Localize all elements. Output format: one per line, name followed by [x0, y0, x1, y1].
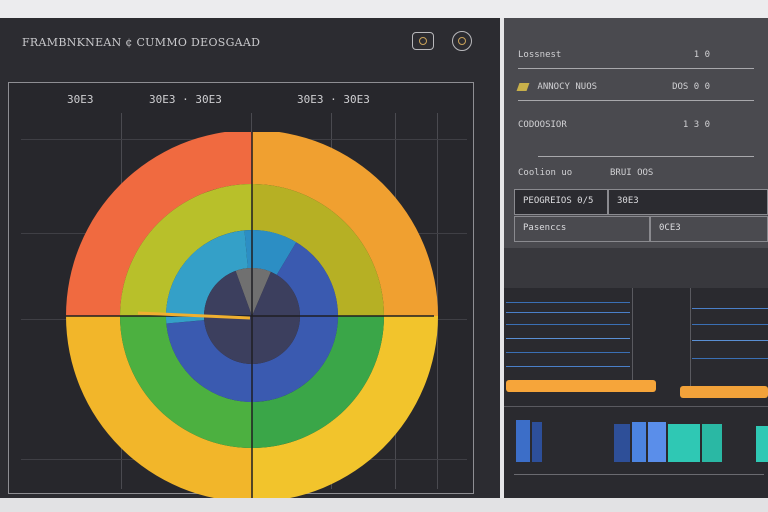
- chart-label: 30E3: [67, 93, 94, 106]
- dashboard-header: FRAMBNKNEAN ¢ CUMMO DEOSGAAD: [0, 18, 500, 68]
- bar: [516, 420, 530, 462]
- stats-panel: Lossnest 1 0 ANNOCY NUOS DOS 0 0 CODOOSI…: [504, 18, 768, 248]
- camera-button[interactable]: [412, 32, 434, 50]
- line-series: [692, 358, 768, 359]
- divider: [518, 100, 754, 101]
- table-header: BRUI OOS: [610, 168, 654, 178]
- grid-line: [690, 288, 691, 388]
- camera-icon: [419, 37, 427, 45]
- bar: [632, 422, 646, 462]
- line-series: [506, 338, 630, 339]
- flag-icon: [516, 82, 530, 91]
- line-series: [506, 366, 630, 367]
- bar: [668, 424, 700, 462]
- line-series: [692, 340, 768, 341]
- chart-label: 30E3 · 30E3: [297, 93, 370, 106]
- bottom-strip: [0, 498, 768, 512]
- stat-row: ANNOCY NUOS DOS 0 0: [516, 82, 758, 92]
- stat-value: DOS 0 0: [672, 82, 710, 92]
- bar: [532, 422, 542, 462]
- settings-icon: [458, 37, 466, 45]
- stat-value: 1 3 0: [682, 120, 710, 130]
- chart-label: 30E3 · 30E3: [149, 93, 222, 106]
- table-cell[interactable]: 0CE3: [650, 216, 768, 242]
- bar: [648, 422, 666, 462]
- progress-bar: [680, 386, 768, 398]
- table-cell[interactable]: PEOGREIOS 0/5: [514, 189, 608, 215]
- grid-line: [632, 288, 633, 388]
- stat-value: 1 0: [693, 50, 710, 60]
- mini-charts: [504, 288, 768, 498]
- table-cell[interactable]: 30E3: [608, 189, 768, 215]
- line-series: [506, 324, 630, 325]
- divider: [504, 406, 768, 407]
- table-cell[interactable]: Pasenccs: [514, 216, 650, 242]
- donut-chart: [66, 132, 438, 512]
- dashboard-main-panel: FRAMBNKNEAN ¢ CUMMO DEOSGAAD 30E3 30E3 ·…: [0, 18, 500, 512]
- stat-label: ANNOCY NUOS: [537, 82, 598, 92]
- stat-row: CODOOSIOR 1 3 0: [518, 120, 758, 130]
- settings-button[interactable]: [452, 31, 472, 51]
- top-strip: [0, 0, 768, 18]
- line-series: [506, 312, 630, 313]
- line-series: [692, 308, 768, 309]
- axis-line: [514, 474, 764, 475]
- app-title: FRAMBNKNEAN ¢ CUMMO DEOSGAAD: [22, 36, 261, 49]
- table-header: Coolion uo: [518, 168, 573, 178]
- side-panel: Lossnest 1 0 ANNOCY NUOS DOS 0 0 CODOOSI…: [504, 18, 768, 498]
- divider: [518, 68, 754, 69]
- stat-label: Lossnest: [518, 50, 562, 60]
- line-series: [506, 302, 630, 303]
- progress-bar: [506, 380, 656, 392]
- bar: [702, 424, 722, 462]
- stat-label: CODOOSIOR: [518, 120, 567, 130]
- line-series: [692, 324, 768, 325]
- table-header-row: Coolion uo BRUI OOS: [518, 168, 758, 178]
- stat-row: Lossnest 1 0: [518, 50, 758, 60]
- bar: [756, 426, 768, 462]
- divider: [538, 156, 754, 157]
- line-series: [506, 352, 630, 353]
- bar: [614, 424, 630, 462]
